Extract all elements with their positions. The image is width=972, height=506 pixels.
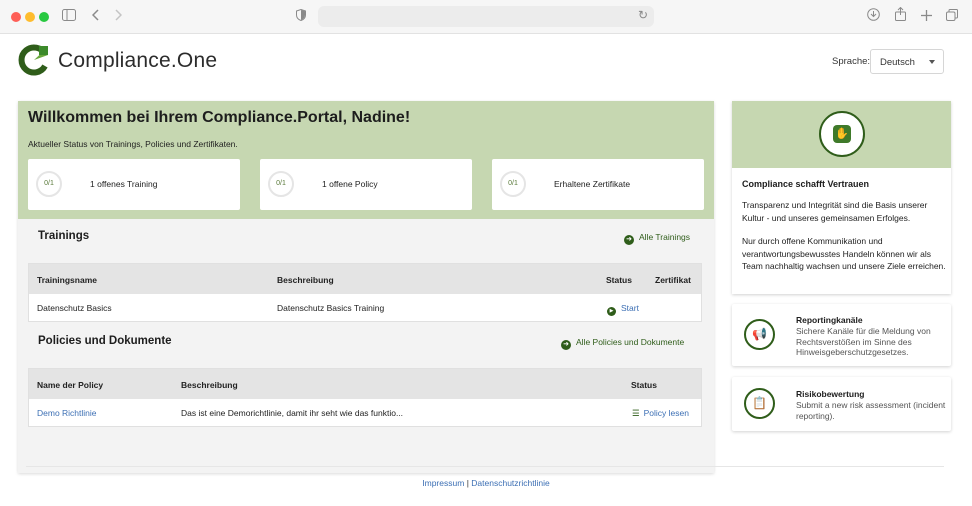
- shield-icon[interactable]: [296, 7, 306, 25]
- table-header: Name der Policy Beschreibung Status: [29, 369, 701, 399]
- read-policy-button[interactable]: ☰ Policy lesen: [632, 408, 689, 419]
- handshake-icon: ✋: [833, 125, 851, 143]
- impressum-link[interactable]: Impressum: [422, 478, 464, 488]
- privacy-policy-link[interactable]: Datenschutzrichtlinie: [471, 478, 549, 488]
- progress-ring: 0/1: [268, 171, 294, 197]
- trainings-heading: Trainings: [38, 230, 90, 242]
- arrow-right-icon: ➜: [624, 235, 634, 245]
- policy-description: Das ist eine Demorichtlinie, damit ihr s…: [181, 408, 404, 418]
- language-select-value: Deutsch: [880, 57, 915, 68]
- stat-card-trainings[interactable]: 0/1 1 offenes Training: [28, 159, 240, 210]
- policy-name-link[interactable]: Demo Richtlinie: [37, 408, 97, 418]
- handshake-icon-badge: ✋: [819, 111, 865, 157]
- policies-table: Name der Policy Beschreibung Status Demo…: [28, 368, 702, 427]
- brand-name[interactable]: Compliance.One: [58, 49, 217, 73]
- tabs-overview-icon[interactable]: [946, 7, 958, 25]
- footer: Impressum | Datenschutzrichtlinie: [0, 478, 972, 488]
- language-label: Sprache:: [832, 56, 871, 67]
- all-policies-label: Alle Policies und Dokumente: [576, 337, 685, 347]
- stat-label: 1 offenes Training: [90, 179, 158, 189]
- progress-ring: 0/1: [36, 171, 62, 197]
- minimize-window-button[interactable]: [25, 12, 35, 22]
- column-header: Zertifikat: [655, 275, 691, 285]
- page-title: Willkommen bei Ihrem Compliance.Portal, …: [28, 109, 411, 126]
- column-header: Beschreibung: [181, 380, 238, 390]
- play-icon: ▶: [607, 307, 616, 316]
- info-card-paragraph: Transparenz und Integrität sind die Basi…: [742, 200, 928, 223]
- start-label: Start: [621, 303, 639, 313]
- read-policy-label: Policy lesen: [643, 408, 689, 418]
- column-header: Status: [631, 380, 657, 390]
- compliance-info-card: ✋ Compliance schafft Vertrauen Transpare…: [732, 101, 951, 294]
- main-card: Willkommen bei Ihrem Compliance.Portal, …: [18, 101, 714, 473]
- stat-card-policies[interactable]: 0/1 1 offene Policy: [260, 159, 472, 210]
- welcome-banner: Willkommen bei Ihrem Compliance.Portal, …: [18, 101, 714, 219]
- stat-label: Erhaltene Zertifikate: [554, 179, 631, 189]
- page: Compliance.One Sprache: Deutsch Willkomm…: [0, 34, 972, 506]
- reporting-channels-card[interactable]: 📢 Reportingkanäle Sichere Kanäle für die…: [732, 304, 951, 366]
- brand-logo-icon[interactable]: [18, 44, 50, 76]
- stat-label: 1 offene Policy: [322, 179, 378, 189]
- sidebar-icon[interactable]: [62, 7, 76, 25]
- footer-separator: |: [466, 478, 469, 488]
- training-name: Datenschutz Basics: [37, 303, 112, 313]
- training-description: Datenschutz Basics Training: [277, 303, 385, 313]
- info-card-title: Compliance schafft Vertrauen: [742, 179, 870, 189]
- new-tab-icon[interactable]: [921, 7, 932, 25]
- policies-heading: Policies und Dokumente: [38, 335, 172, 347]
- info-card-paragraph: Nur durch offene Kommunikation und veran…: [742, 236, 946, 271]
- reporting-title: Reportingkanäle: [796, 315, 863, 325]
- reload-icon[interactable]: ↻: [638, 8, 648, 22]
- risk-title: Risikobewertung: [796, 389, 865, 399]
- trainings-table: Trainingsname Beschreibung Status Zertif…: [28, 263, 702, 322]
- table-header: Trainingsname Beschreibung Status Zertif…: [29, 264, 701, 294]
- language-select[interactable]: Deutsch: [870, 49, 944, 74]
- zoom-window-button[interactable]: [39, 12, 49, 22]
- clipboard-icon: 📋: [744, 388, 775, 419]
- welcome-subtitle: Aktueller Status von Trainings, Policies…: [28, 139, 238, 149]
- all-policies-link[interactable]: ➜ Alle Policies und Dokumente: [561, 337, 684, 350]
- table-row: Demo Richtlinie Das ist eine Demorichtli…: [29, 399, 701, 426]
- browser-toolbar: ↻: [0, 0, 972, 34]
- download-icon[interactable]: [867, 7, 880, 25]
- back-icon[interactable]: [91, 7, 100, 25]
- footer-divider: [26, 466, 944, 467]
- info-card-banner: ✋: [732, 101, 951, 168]
- column-header: Name der Policy: [37, 380, 104, 390]
- column-header: Beschreibung: [277, 275, 334, 285]
- column-header: Status: [606, 275, 632, 285]
- risk-description: Submit a new risk assessment (incident r…: [796, 400, 946, 421]
- arrow-right-icon: ➜: [561, 340, 571, 350]
- risk-assessment-card[interactable]: 📋 Risikobewertung Submit a new risk asse…: [732, 377, 951, 431]
- forward-icon[interactable]: [114, 7, 123, 25]
- address-bar[interactable]: ↻: [318, 6, 654, 27]
- column-header: Trainingsname: [37, 275, 97, 285]
- chevron-down-icon: [929, 60, 935, 64]
- list-icon: ☰: [632, 408, 640, 418]
- all-trainings-label: Alle Trainings: [639, 232, 691, 242]
- reporting-description: Sichere Kanäle für die Meldung von Recht…: [796, 326, 931, 357]
- megaphone-icon: 📢: [744, 319, 775, 350]
- table-row: Datenschutz Basics Datenschutz Basics Tr…: [29, 294, 701, 321]
- start-training-button[interactable]: ▶ Start: [607, 303, 639, 316]
- share-icon[interactable]: [895, 6, 906, 25]
- stat-card-certificates[interactable]: 0/1 Erhaltene Zertifikate: [492, 159, 704, 210]
- progress-ring: 0/1: [500, 171, 526, 197]
- all-trainings-link[interactable]: ➜ Alle Trainings: [624, 232, 690, 245]
- close-window-button[interactable]: [11, 12, 21, 22]
